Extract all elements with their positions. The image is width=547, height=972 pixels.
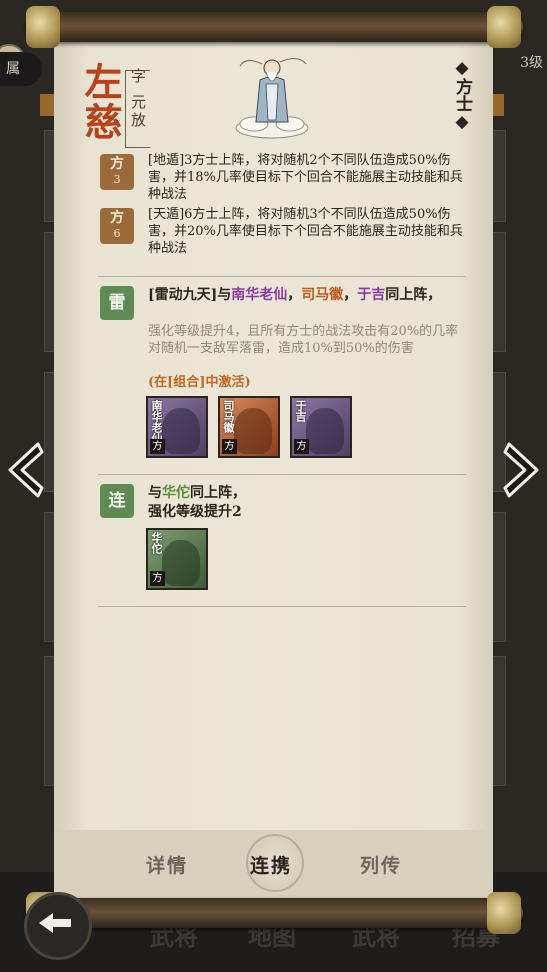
skill-description-2: [天遁]6方士上阵，将对随机3个不同队伍造成50%伤害，并20%几率使目标下个回… [148, 207, 463, 256]
background-left-badge: 属 [0, 52, 42, 86]
skill-badge-6: 方6 [100, 208, 134, 244]
scroll-rod-cap [26, 6, 60, 48]
back-arrow-icon [39, 913, 71, 933]
hero-class-label: ◆方士◆ [452, 58, 472, 132]
background-card [492, 130, 506, 222]
skill-description-1: [地遁]3方士上阵，将对随机2个不同队伍造成50%伤害，并18%几率使目标下个回… [148, 153, 463, 202]
partner-portrait[interactable]: 华佗 方 [146, 528, 208, 590]
hero-portrait-icon [235, 58, 309, 139]
tab-bonds[interactable]: 连携 [250, 851, 292, 878]
background-strip [492, 94, 504, 116]
combo-title-2: 与华佗同上阵， [148, 485, 246, 501]
combo-badge-thunder: 雷 [100, 286, 134, 320]
combo-description-1: 强化等级提升4，且所有方士的战法攻击有20%的几率对随机一支敌军落雷，造成10%… [148, 324, 459, 356]
scroll-rod-cap [487, 892, 521, 934]
tab-details[interactable]: 详情 [146, 851, 188, 878]
background-card [492, 232, 506, 352]
partner-portrait[interactable]: 于吉 方 [290, 396, 352, 458]
background-level-badge: 3级 [520, 55, 543, 71]
hero-courtesy-name: 字 元放 [129, 68, 147, 130]
section-divider [98, 606, 466, 607]
combo-title-1: [雷动九天]与南华老仙，司马徽，于吉同上阵， [148, 287, 442, 303]
combo-activation-note: (在[组合]中激活) [148, 375, 251, 390]
back-button[interactable] [24, 892, 92, 960]
section-divider [98, 276, 466, 277]
scroll-bottom-rod [26, 898, 523, 928]
background-card [492, 512, 506, 642]
section-divider [98, 474, 466, 475]
combo-description-2: 强化等级提升2 [148, 504, 242, 520]
scroll-rod-cap [487, 6, 521, 48]
partner-portrait[interactable]: 南华老仙 方 [146, 396, 208, 458]
right-arrow-icon[interactable] [501, 440, 545, 500]
background-card [492, 656, 506, 786]
hero-name: 左慈 [78, 62, 123, 142]
scroll-parchment: 左慈 字 元放 ◆方士◆ 方3 [地遁]3方士上阵，将对随机2个不同队伍造成50… [54, 40, 493, 898]
partner-portrait[interactable]: 司马徽 方 [218, 396, 280, 458]
scroll-top-rod [26, 12, 523, 42]
combo-badge-link: 连 [100, 484, 134, 518]
tab-biography[interactable]: 列传 [360, 851, 402, 878]
left-arrow-icon[interactable] [2, 440, 46, 500]
skill-badge-3: 方3 [100, 154, 134, 190]
